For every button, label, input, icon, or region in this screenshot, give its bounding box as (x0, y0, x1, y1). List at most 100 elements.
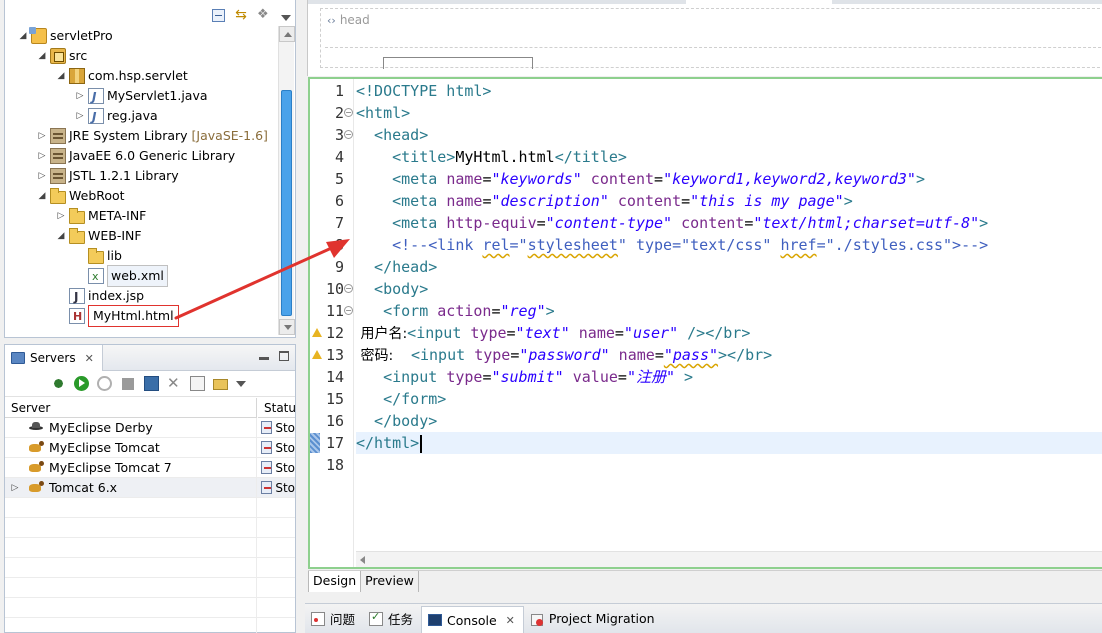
view-menu-icon[interactable] (236, 380, 246, 387)
server-row[interactable]: MyEclipse Tomcat 7 Sto (5, 458, 295, 478)
tree-item[interactable]: lib (74, 246, 122, 266)
scroll-up-arrow-icon[interactable] (279, 26, 295, 42)
tree-item[interactable]: ◢ WebRoot (36, 186, 125, 206)
code-line[interactable]: </head> (356, 256, 1102, 278)
close-icon[interactable]: ✕ (85, 352, 94, 365)
fold-toggle-icon[interactable]: − (344, 130, 353, 139)
tree-item[interactable]: ◢ src (36, 46, 87, 66)
tree-item[interactable]: ▷ JSTL 1.2.1 Library (36, 166, 179, 186)
fold-toggle-icon[interactable]: − (344, 306, 353, 315)
expanded-arrow-icon[interactable]: ◢ (36, 46, 48, 66)
code-line[interactable]: <input type="submit" value="注册" > (356, 366, 1102, 388)
fold-toggle-icon[interactable]: − (344, 284, 353, 293)
design-head-block[interactable]: ‹› head (320, 8, 1102, 69)
explorer-scrollbar[interactable] (278, 26, 295, 335)
view-options-icon[interactable]: ❖ (257, 7, 273, 23)
start-server-icon[interactable] (74, 376, 89, 391)
code-line[interactable]: <form action="reg"> (356, 300, 1102, 322)
tree-item[interactable]: ◢ com.hsp.servlet (55, 66, 188, 86)
bottom-tab[interactable]: Project Migration (524, 606, 663, 632)
view-menu-icon[interactable] (281, 14, 291, 21)
code-line[interactable]: <!--<link rel="stylesheet" type="text/cs… (356, 234, 1102, 256)
tomcat-icon (27, 440, 45, 455)
code-line[interactable]: </body> (356, 410, 1102, 432)
collapsed-arrow-icon[interactable]: ▷ (36, 146, 48, 166)
code-line[interactable]: <!DOCTYPE html> (356, 80, 1102, 102)
collapsed-arrow-icon[interactable]: ▷ (36, 126, 48, 146)
tree-item[interactable]: index.jsp (55, 286, 144, 307)
copy-icon[interactable] (190, 376, 205, 391)
bottom-tab[interactable]: Console ✕ (421, 605, 524, 633)
collapsed-arrow-icon[interactable]: ▷ (36, 166, 48, 186)
code-line[interactable]: </form> (356, 388, 1102, 410)
code-token: ></br> (718, 346, 773, 364)
tab-servers[interactable]: Servers ✕ (5, 345, 103, 371)
close-icon[interactable]: ✕ (506, 614, 515, 627)
publish-icon[interactable] (144, 376, 159, 391)
design-body-block[interactable] (383, 57, 533, 69)
stop-server-icon[interactable] (122, 377, 134, 390)
tree-item-label: lib (107, 248, 122, 263)
code-token: <head> (356, 126, 429, 144)
collapsed-arrow-icon[interactable]: ▷ (55, 206, 67, 226)
tree-item[interactable]: ▷ reg.java (74, 106, 158, 127)
code-line[interactable]: 用户名:<input type="text" name="user" /></b… (356, 322, 1102, 344)
link-with-editor-icon[interactable]: ⇆ (233, 7, 249, 23)
code-area[interactable]: <!DOCTYPE html> <html> <head> <title>MyHt… (356, 79, 1102, 549)
code-line[interactable]: <html> (356, 102, 1102, 124)
tree-item[interactable]: MyHtml.html (55, 305, 179, 327)
collapsed-arrow-icon[interactable]: ▷ (74, 86, 86, 106)
scrollbar-thumb[interactable] (281, 90, 292, 316)
project-icon (29, 27, 47, 44)
tree-item[interactable]: ▷ JavaEE 6.0 Generic Library (36, 146, 235, 166)
tree-item[interactable]: ▷ META-INF (55, 206, 146, 226)
collapsed-arrow-icon[interactable]: ▷ (74, 106, 86, 126)
tree-item[interactable]: ▷ JRE System Library [JavaSE-1.6] (36, 126, 268, 146)
server-name-cell: MyEclipse Tomcat (5, 438, 257, 457)
code-line[interactable] (356, 454, 1102, 476)
expanded-arrow-icon[interactable]: ◢ (36, 186, 48, 206)
column-header-server[interactable]: Server (5, 398, 257, 418)
warning-icon[interactable] (312, 328, 322, 337)
profile-server-icon[interactable] (97, 376, 112, 391)
column-header-status[interactable]: Status (258, 398, 295, 418)
open-folder-icon[interactable] (213, 379, 228, 390)
code-line[interactable]: <title>MyHtml.html</title> (356, 146, 1102, 168)
tab-design[interactable]: Design (308, 571, 362, 592)
code-line[interactable]: 密码: <input type="password" name="pass"><… (356, 344, 1102, 366)
scroll-down-arrow-icon[interactable] (279, 319, 295, 335)
warning-icon[interactable] (312, 350, 322, 359)
code-line[interactable]: <meta name="description" content="this i… (356, 190, 1102, 212)
expanded-arrow-icon[interactable]: ◢ (17, 26, 29, 46)
source-editor[interactable]: 1 2−3−4 5 6 7 8 9 10−11−12 13 14 15 16 17 18 <!DOCTYP… (308, 77, 1102, 569)
code-line[interactable]: </html> (356, 432, 1102, 454)
collapse-all-icon[interactable] (212, 8, 225, 22)
code-token: value (563, 368, 618, 386)
code-line[interactable]: <meta name="keywords" content="keyword1,… (356, 168, 1102, 190)
tree-item[interactable]: web.xml (74, 265, 168, 287)
server-row[interactable]: MyEclipse Tomcat Sto (5, 438, 295, 458)
code-line[interactable]: <head> (356, 124, 1102, 146)
bottom-tab[interactable]: 问题 (305, 606, 363, 632)
collapsed-arrow-icon[interactable]: ▷ (9, 478, 21, 498)
expanded-arrow-icon[interactable]: ◢ (55, 66, 67, 86)
jsp-file-icon (69, 287, 85, 307)
editor-horizontal-scrollbar[interactable] (356, 551, 1102, 567)
server-row[interactable]: MyEclipse Derby Sto (5, 418, 295, 438)
line-number: 14 (325, 368, 344, 386)
tree-item[interactable]: ◢ WEB-INF (55, 226, 142, 246)
debug-server-icon[interactable] (51, 376, 66, 391)
server-row[interactable]: ▷ Tomcat 6.x Sto (5, 478, 295, 498)
minimize-icon[interactable] (259, 357, 269, 360)
code-line[interactable]: <body> (356, 278, 1102, 300)
maximize-icon[interactable] (279, 351, 289, 361)
tree-item[interactable]: ▷ MyServlet1.java (74, 86, 208, 107)
tree-item[interactable]: ◢ servletPro (17, 26, 113, 46)
code-line[interactable]: <meta http-equiv="content-type" content=… (356, 212, 1102, 234)
tab-preview[interactable]: Preview (361, 571, 419, 592)
delete-icon[interactable]: ✕ (167, 376, 182, 391)
fold-toggle-icon[interactable]: − (344, 108, 353, 117)
bottom-tab[interactable]: 任务 (363, 606, 421, 632)
expanded-arrow-icon[interactable]: ◢ (55, 226, 67, 246)
server-name: MyEclipse Tomcat 7 (49, 459, 172, 475)
